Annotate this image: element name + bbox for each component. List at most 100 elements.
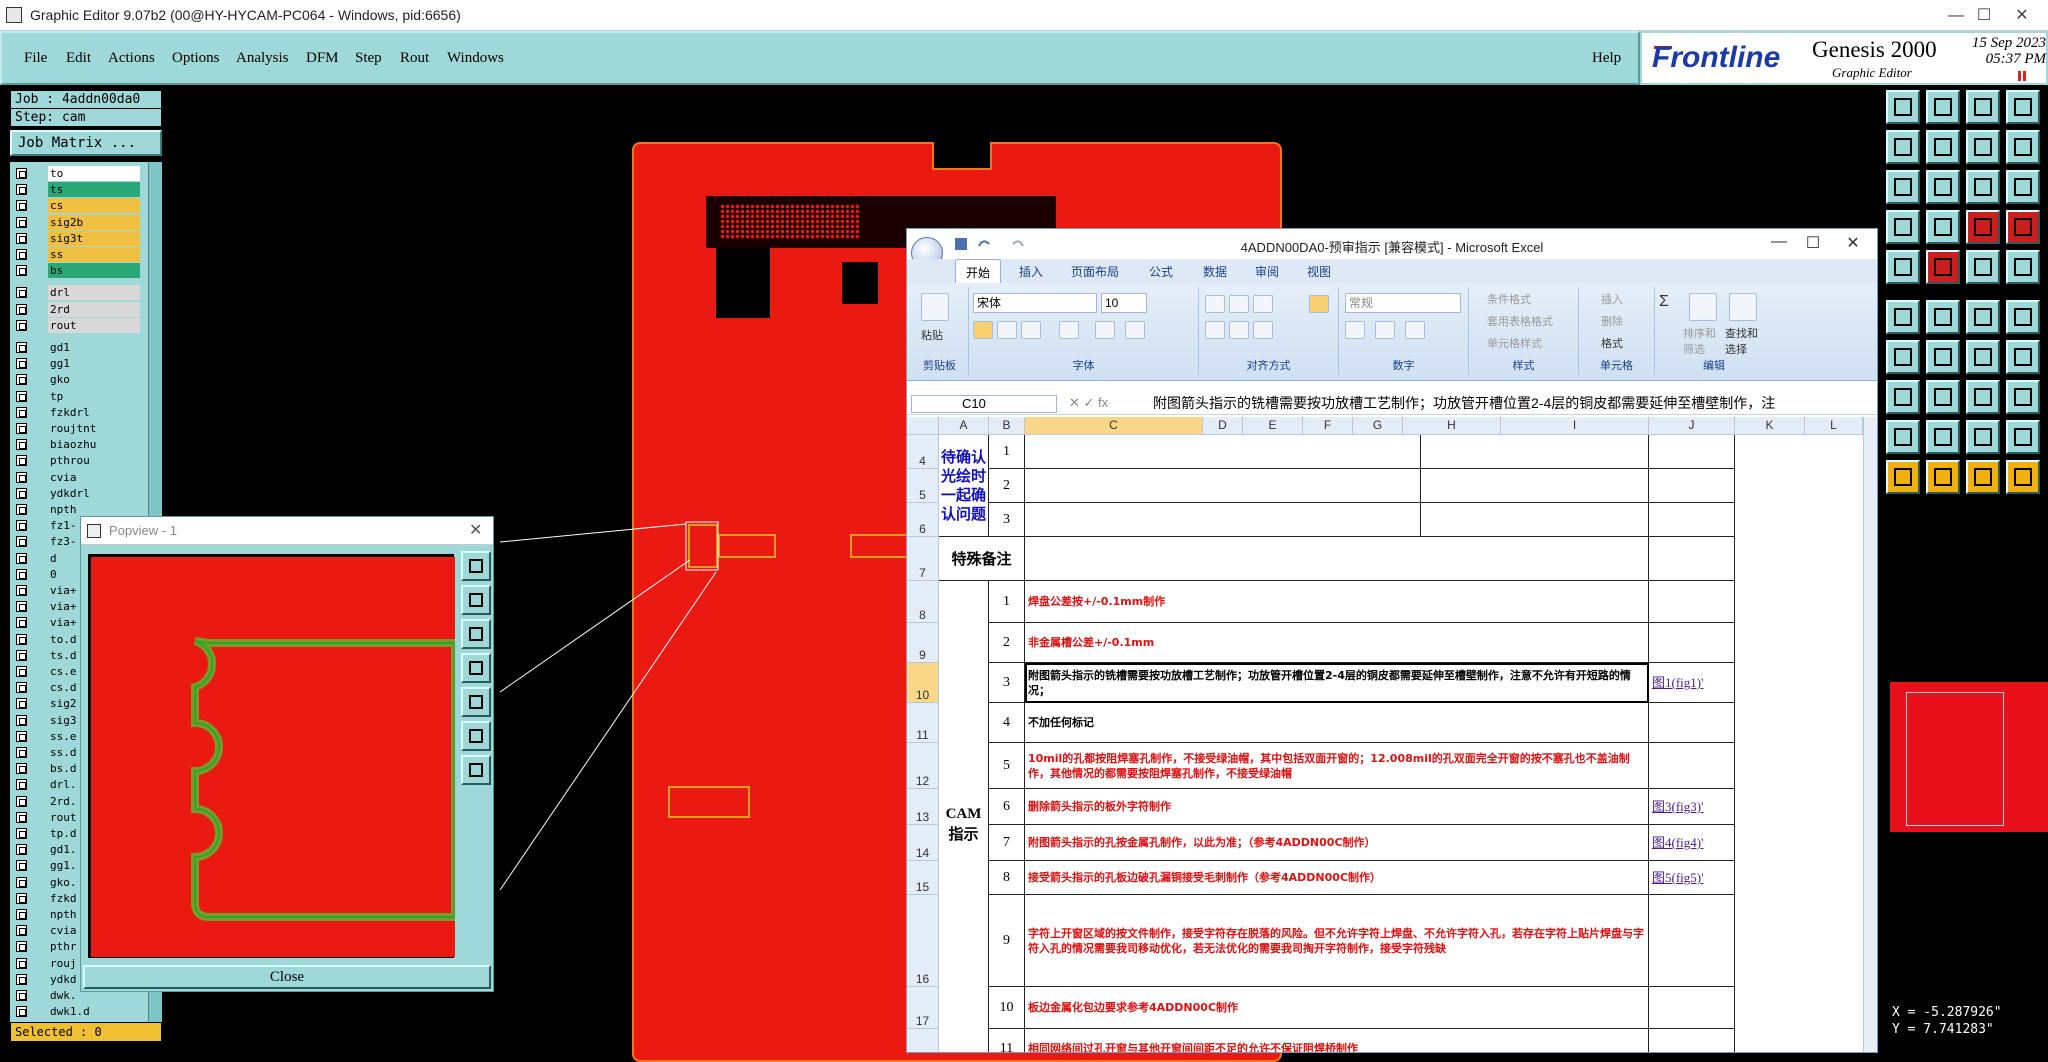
scale-tool-button[interactable] (1966, 170, 2000, 204)
sort-filter-button[interactable]: 排序和筛选 (1683, 325, 1723, 357)
node-tool-button[interactable] (1886, 300, 1920, 334)
tab-insert[interactable]: 插入 (1019, 263, 1043, 280)
layer-checkbox[interactable] (16, 232, 27, 244)
layer-name[interactable]: dwk1.d (48, 1004, 140, 1020)
dash-tool-button[interactable] (1926, 380, 1960, 414)
figure-link[interactable]: 图5(fig5)' (1649, 861, 1735, 895)
pointer-b-tool-button[interactable] (1926, 460, 1960, 494)
row-header[interactable]: 4 (907, 435, 939, 469)
menu-options[interactable]: Options (172, 50, 220, 67)
cross-tool-button[interactable] (1926, 300, 1960, 334)
menu-dfm[interactable]: DFM (306, 50, 339, 67)
layer-checkbox[interactable] (16, 844, 27, 856)
layer-checkbox[interactable] (16, 633, 27, 645)
layer-name[interactable]: cs (48, 198, 140, 214)
row-header[interactable]: 6 (907, 503, 939, 537)
number-format-select[interactable]: 常规 (1345, 293, 1461, 313)
column-header[interactable]: H (1403, 417, 1501, 435)
row-header[interactable]: 18 (907, 1029, 939, 1052)
layer-row[interactable]: sig2b (10, 214, 150, 230)
layer-checkbox[interactable] (16, 990, 27, 1001)
paste-tool-button[interactable] (1926, 130, 1960, 164)
layer-name[interactable]: sig2b (48, 214, 140, 230)
save-tool-button[interactable] (1926, 90, 1960, 124)
row-header[interactable]: 10 (907, 663, 939, 703)
excel-close-button[interactable]: ✕ (1833, 233, 1873, 253)
layer-row[interactable]: tp (10, 388, 150, 404)
layer-name[interactable]: cvia (48, 469, 140, 485)
row-header[interactable]: 11 (907, 703, 939, 743)
comma-icon[interactable] (1405, 321, 1425, 339)
triangle-tool-button[interactable] (1886, 420, 1920, 454)
align-middle-icon[interactable] (1229, 295, 1249, 313)
layer-name[interactable]: tp (48, 388, 140, 404)
layer-checkbox[interactable] (16, 763, 27, 775)
row-header[interactable]: 13 (907, 789, 939, 825)
layer-row[interactable]: roujtnt (10, 421, 150, 436)
percent-icon[interactable] (1375, 321, 1395, 339)
layer-checkbox[interactable] (16, 374, 27, 386)
layer-checkbox[interactable] (16, 471, 27, 483)
layer-checkbox[interactable] (16, 520, 27, 532)
menu-analysis[interactable]: Analysis (236, 50, 289, 67)
row-header[interactable]: 5 (907, 469, 939, 503)
rect-tool-button[interactable] (1966, 380, 2000, 414)
layer-name[interactable]: drl (48, 285, 140, 301)
layer-checkbox[interactable] (16, 487, 27, 499)
layer-checkbox[interactable] (16, 957, 27, 969)
layer-name[interactable]: roujtnt (48, 421, 140, 436)
underline-icon[interactable] (1021, 321, 1041, 339)
layer-checkbox[interactable] (16, 617, 27, 629)
tab-formulas[interactable]: 公式 (1149, 263, 1173, 280)
layer-name[interactable]: gko (48, 372, 140, 388)
layer-checkbox[interactable] (16, 423, 27, 434)
layer-checkbox[interactable] (16, 439, 27, 451)
route-tool-button[interactable] (2006, 210, 2040, 244)
outline-tool-button[interactable] (1926, 250, 1960, 284)
layer-row[interactable]: npth (10, 502, 150, 517)
delete-cells-button[interactable]: 删除 (1601, 313, 1623, 329)
column-header[interactable]: I (1501, 417, 1649, 435)
zoom-fit-tool-button[interactable] (1886, 170, 1920, 204)
tab-page-layout[interactable]: 页面布局 (1071, 263, 1119, 280)
layer-checkbox[interactable] (16, 811, 27, 823)
column-header[interactable]: K (1735, 417, 1805, 435)
row-header[interactable]: 14 (907, 825, 939, 861)
align-bottom-icon[interactable] (1253, 295, 1273, 313)
name-box[interactable]: C10 (911, 395, 1057, 413)
wrap-text-icon[interactable] (1309, 295, 1329, 313)
menu-help[interactable]: Help (1592, 50, 1621, 67)
layer-row[interactable]: pthrou (10, 453, 150, 469)
formula-buttons[interactable]: ✕ ✓ fx (1069, 395, 1108, 411)
job-matrix-button[interactable]: Job Matrix ... (10, 130, 162, 156)
layer-checkbox[interactable] (16, 287, 27, 299)
layer-checkbox[interactable] (16, 216, 27, 228)
layer-checkbox[interactable] (16, 200, 27, 212)
instruction-cell[interactable]: 相同网络间过孔开窗与其他开窗间间距不足的允许不保证阻焊桥制作 (1025, 1029, 1649, 1052)
column-header[interactable]: E (1243, 417, 1303, 435)
layer-name[interactable]: rout (48, 317, 140, 333)
layer-checkbox[interactable] (16, 601, 27, 613)
row-header[interactable]: 17 (907, 987, 939, 1029)
column-header[interactable]: D (1203, 417, 1243, 435)
layer-row[interactable]: ydkdrl (10, 485, 150, 501)
conditional-format-button[interactable]: 条件格式 (1487, 291, 1531, 307)
redo-tool-button[interactable] (2006, 130, 2040, 164)
align-right-icon[interactable] (1253, 321, 1273, 339)
triangle-a-tool-button[interactable] (1926, 420, 1960, 454)
formula-input[interactable]: 附图箭头指示的铣槽需要按功放槽工艺制作；功放管开槽位置2-4层的铜皮都需要延伸至… (1153, 395, 1843, 413)
layer-checkbox[interactable] (16, 585, 27, 596)
layer-name[interactable]: pthrou (48, 453, 140, 469)
instruction-cell[interactable]: 10mil的孔都按阻焊塞孔制作，不接受绿油帽，其中包括双面开窗的；12.008m… (1025, 743, 1649, 789)
triangle-b-tool-button[interactable] (1966, 420, 2000, 454)
layer-row[interactable]: ss (10, 247, 150, 262)
instruction-cell[interactable]: 删除箭头指示的板外字符制作 (1025, 789, 1649, 825)
menu-file[interactable]: File (24, 50, 47, 67)
select-line-tool-button[interactable] (1966, 300, 2000, 334)
layer-name[interactable]: fzkdrl (48, 404, 140, 420)
layer-checkbox[interactable] (16, 168, 27, 179)
layer-checkbox[interactable] (16, 184, 27, 196)
layer-name[interactable]: to (48, 166, 140, 181)
layer-checkbox[interactable] (16, 666, 27, 677)
instruction-cell[interactable]: 焊盘公差按+/-0.1mm制作 (1025, 581, 1649, 623)
